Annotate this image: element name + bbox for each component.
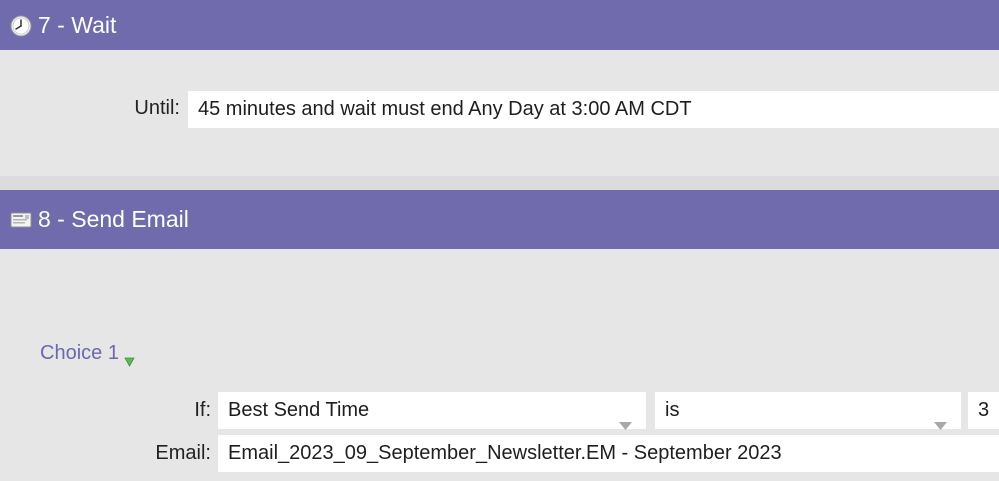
- step-divider: [0, 176, 999, 190]
- until-field[interactable]: 45 minutes and wait must end Any Day at …: [188, 91, 999, 128]
- clock-icon: [10, 15, 32, 37]
- step-8-header[interactable]: 8 - Send Email: [0, 190, 999, 249]
- envelope-icon: [10, 211, 32, 229]
- choice-label: Choice 1: [40, 342, 119, 364]
- triangle-down-icon: [124, 350, 135, 367]
- operator-value: is: [665, 399, 680, 421]
- chevron-down-icon: [934, 406, 947, 430]
- email-label: Email:: [155, 442, 211, 464]
- choice-toggle[interactable]: Choice 1: [40, 342, 135, 367]
- step-title: 7 - Wait: [38, 11, 117, 38]
- if-label: If:: [194, 399, 211, 421]
- step-title: 8 - Send Email: [38, 206, 189, 232]
- condition-field-select[interactable]: Best Send Time: [218, 392, 646, 430]
- until-label: Until:: [134, 97, 180, 119]
- email-field[interactable]: Email_2023_09_September_Newsletter.EM - …: [218, 435, 999, 472]
- operator-select[interactable]: is: [655, 392, 961, 430]
- condition-value-input[interactable]: 3: [968, 392, 999, 429]
- condition-field-value: Best Send Time: [228, 399, 370, 421]
- step-7-header[interactable]: 7 - Wait: [0, 0, 999, 50]
- chevron-down-icon: [619, 406, 632, 430]
